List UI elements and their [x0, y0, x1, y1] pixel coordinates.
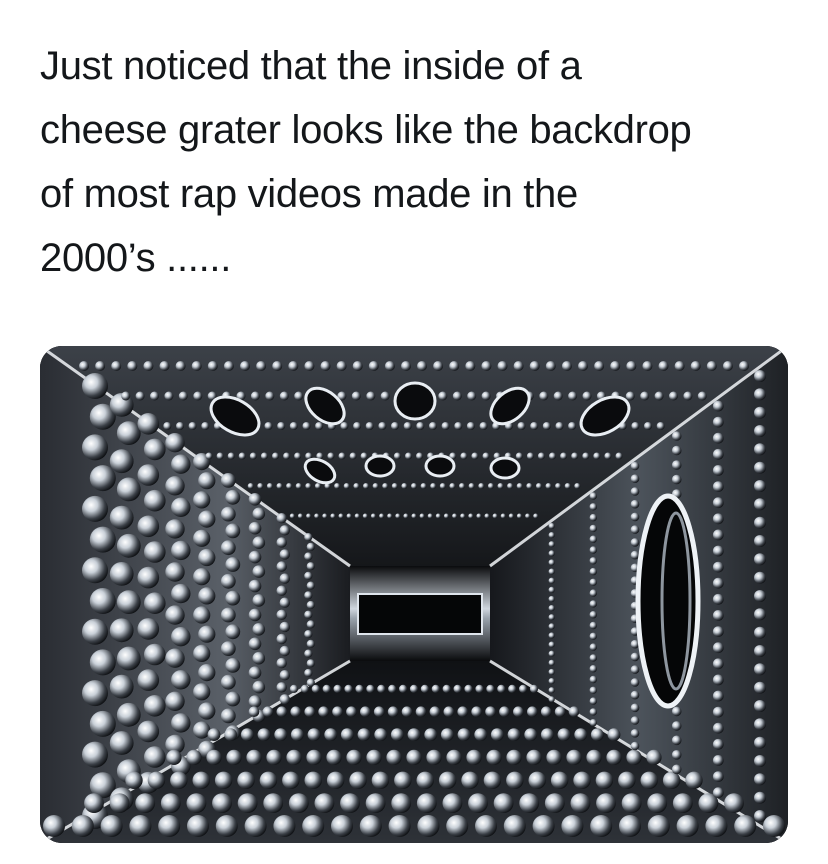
cheese-grater-photo	[40, 346, 788, 843]
tweet-photo[interactable]	[40, 346, 788, 843]
tweet-text: Just noticed that the inside of a cheese…	[40, 44, 692, 280]
